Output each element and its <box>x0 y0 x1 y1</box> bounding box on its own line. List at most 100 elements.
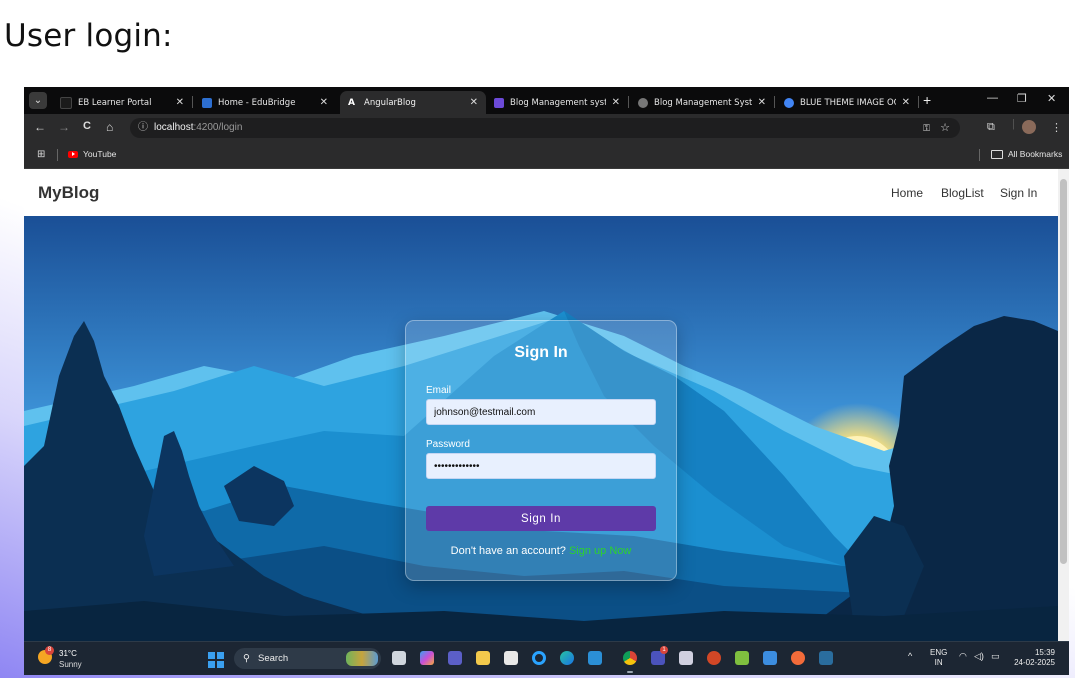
lang-line1: ENG <box>930 648 948 657</box>
back-button[interactable]: ← <box>34 120 46 134</box>
cortana-icon[interactable] <box>532 651 546 665</box>
password-field[interactable] <box>426 453 656 479</box>
bookmark-separator <box>979 149 980 161</box>
tab-title: AngularBlog <box>364 97 416 108</box>
edge-icon[interactable] <box>560 651 574 665</box>
language-indicator[interactable]: ENG IN <box>930 648 947 668</box>
lang-line2: IN <box>934 658 943 667</box>
tab-edubridge[interactable]: Home - EduBridge ✕ <box>194 91 336 114</box>
close-icon[interactable]: ✕ <box>470 97 478 108</box>
tab-eb-learner-portal[interactable]: EB Learner Portal ✕ <box>52 91 192 114</box>
chrome-icon[interactable] <box>623 651 637 665</box>
all-bookmarks-button[interactable]: All Bookmarks <box>991 149 1062 159</box>
restore-button[interactable]: ❐ <box>1017 92 1027 105</box>
eb-favicon-icon <box>60 96 72 109</box>
edubridge-favicon-icon <box>202 97 212 108</box>
reload-button[interactable]: C <box>83 120 91 132</box>
postman-icon[interactable] <box>791 651 805 665</box>
angular-favicon-icon: A <box>348 97 355 108</box>
profile-avatar[interactable] <box>1022 120 1036 134</box>
brand-logo[interactable]: MyBlog <box>38 183 99 203</box>
wifi-icon[interactable]: ◠ <box>959 651 967 662</box>
search-icon: ⚲ <box>243 653 250 664</box>
bookmark-youtube[interactable]: YouTube <box>68 149 116 159</box>
nav-signin-link[interactable]: Sign In <box>1000 186 1037 200</box>
tab-blog-management-system-2[interactable]: Blog Management System ✕ <box>630 91 774 114</box>
password-key-icon[interactable]: ⚿ <box>923 118 930 138</box>
weather-temp[interactable]: 31°C <box>59 649 77 658</box>
email-field[interactable] <box>426 399 656 425</box>
volume-icon[interactable]: ◁) <box>974 651 984 662</box>
close-icon[interactable]: ✕ <box>176 97 184 108</box>
tab-blog-management-system[interactable]: Blog Management system ✕ <box>486 91 628 114</box>
tab-title: Blog Management system <box>510 97 606 108</box>
close-icon[interactable]: ✕ <box>902 97 910 108</box>
tab-title: EB Learner Portal <box>78 97 152 108</box>
weather-badge: 8 <box>45 646 54 655</box>
close-icon[interactable]: ✕ <box>612 97 620 108</box>
search-highlight-icon <box>346 651 378 666</box>
login-title: Sign In <box>514 344 568 361</box>
extensions-icon[interactable]: ⧉ <box>987 121 995 134</box>
bookmarks-bar: ⊞ YouTube All Bookmarks <box>24 142 1069 169</box>
scrollbar-thumb[interactable] <box>1060 179 1067 564</box>
bookmark-star-icon[interactable]: ☆ <box>940 118 950 138</box>
nav-bloglist-link[interactable]: BlogList <box>941 186 984 200</box>
tab-title: Home - EduBridge <box>218 97 296 108</box>
wallet-icon[interactable] <box>679 651 693 665</box>
tab-separator <box>774 96 775 108</box>
file-explorer-icon[interactable] <box>476 651 490 665</box>
windows-start-icon[interactable] <box>208 652 224 668</box>
teams-badge: 1 <box>660 646 668 654</box>
folder-icon <box>991 149 1003 159</box>
signup-prompt-text: Don't have an account? <box>450 545 566 557</box>
copilot-icon[interactable] <box>420 651 434 665</box>
workbench-icon[interactable] <box>819 651 833 665</box>
site-info-icon[interactable]: ⓘ <box>138 118 148 138</box>
tab-title: BLUE THEME IMAGE OG H <box>800 97 896 108</box>
nav-home-link[interactable]: Home <box>891 186 923 200</box>
close-icon[interactable]: ✕ <box>758 97 766 108</box>
bookmark-label: YouTube <box>83 149 117 159</box>
tab-separator <box>628 96 629 108</box>
notepad-icon[interactable] <box>763 651 777 665</box>
more-menu-icon[interactable]: ⋮ <box>1051 121 1062 134</box>
teams-icon[interactable] <box>448 651 462 665</box>
new-tab-button[interactable]: + <box>923 92 931 108</box>
windows-taskbar: 8 31°C Sunny ⚲ Search 1 ^ ENG IN ◠ ◁) ▭ … <box>24 641 1069 675</box>
address-bar[interactable]: ⓘ localhost:4200/login ☆ ⚿ <box>130 118 960 138</box>
signup-prompt: Don't have an account? Sign up Now <box>406 545 676 557</box>
weather-desc[interactable]: Sunny <box>59 660 82 669</box>
taskbar-search[interactable]: ⚲ Search <box>234 648 381 669</box>
password-label: Password <box>426 439 470 450</box>
battery-icon[interactable]: ▭ <box>991 651 1000 662</box>
tab-blue-theme-image[interactable]: BLUE THEME IMAGE OG H ✕ <box>776 91 918 114</box>
clock[interactable]: 15:39 24-02-2025 <box>1013 648 1055 668</box>
tab-separator <box>192 96 193 108</box>
clock-time: 15:39 <box>1034 648 1055 657</box>
sheets-icon[interactable] <box>735 651 749 665</box>
signup-link[interactable]: Sign up Now <box>569 545 631 557</box>
apps-grid-icon[interactable]: ⊞ <box>37 149 45 160</box>
tab-search-button[interactable]: ⌄ <box>29 92 47 109</box>
window-close-button[interactable]: ✕ <box>1047 92 1056 105</box>
task-view-icon[interactable] <box>392 651 406 665</box>
tray-chevron-up-icon[interactable]: ^ <box>908 651 912 661</box>
page-scrollbar[interactable] <box>1058 169 1069 641</box>
tab-angularblog[interactable]: A AngularBlog ✕ <box>340 91 486 114</box>
store-icon[interactable] <box>504 651 518 665</box>
sign-in-button[interactable]: Sign In <box>426 506 656 531</box>
chrome-active-indicator <box>627 671 633 673</box>
login-card: Sign In Email Password Sign In Don't hav… <box>405 320 677 581</box>
vscode-icon[interactable] <box>588 651 602 665</box>
minimize-button[interactable]: — <box>987 92 998 104</box>
search-label: Search <box>258 653 289 664</box>
page-viewport: MyBlog Home BlogList Sign In Sign In Ema… <box>24 169 1058 641</box>
home-button[interactable]: ⌂ <box>106 120 113 134</box>
powerpoint-icon[interactable] <box>707 651 721 665</box>
url-text: localhost:4200/login <box>154 122 243 133</box>
forward-button[interactable]: → <box>58 120 70 134</box>
tab-title: Blog Management System <box>654 97 752 108</box>
slide-title: User login: <box>4 18 173 54</box>
close-icon[interactable]: ✕ <box>320 97 328 108</box>
